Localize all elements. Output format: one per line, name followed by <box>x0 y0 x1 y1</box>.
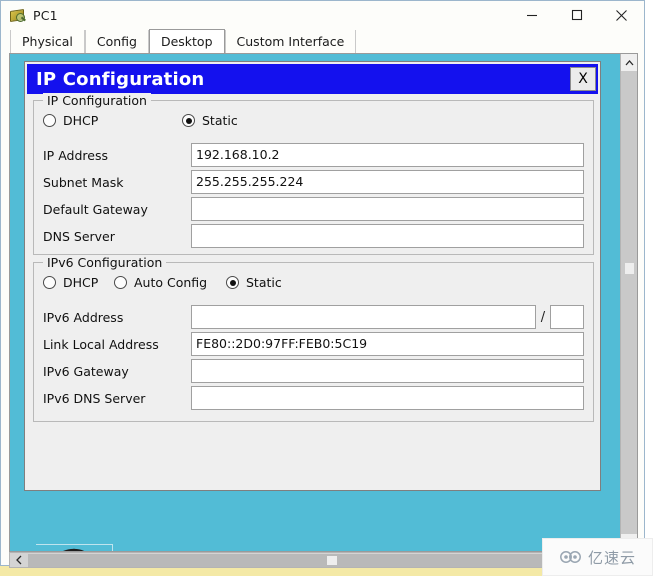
ipv6-dhcp-label: DHCP <box>63 275 99 290</box>
ipv4-address-row: IP Address 192.168.10.2 <box>43 142 584 168</box>
tab-config[interactable]: Config <box>84 30 149 53</box>
close-button[interactable] <box>599 1 644 29</box>
watermark-text: 亿速云 <box>587 548 636 567</box>
window-title: PC1 <box>33 7 58 23</box>
link-local-address-input[interactable]: FE80::2D0:97FF:FEB0:5C19 <box>191 332 584 356</box>
dns-server-row: DNS Server <box>43 223 584 249</box>
dns-server-label: DNS Server <box>43 228 115 244</box>
minimize-icon <box>526 14 537 17</box>
ipv4-configuration-group: IP Configuration DHCP Static IP Address … <box>33 93 594 255</box>
link-local-address-label: Link Local Address <box>43 336 159 352</box>
scrollbar-grip <box>625 263 634 274</box>
ipv6-gateway-label: IPv6 Gateway <box>43 363 129 379</box>
subnet-mask-input[interactable]: 255.255.255.224 <box>191 170 584 194</box>
ipv6-static-radio[interactable]: Static <box>226 275 282 290</box>
ipv6-dns-server-label: IPv6 DNS Server <box>43 390 146 406</box>
scroll-up-button[interactable] <box>621 54 637 71</box>
ip-dialog-title-bar: IP Configuration X <box>27 64 598 94</box>
chevron-up-icon <box>625 59 633 65</box>
radio-indicator <box>43 114 56 127</box>
scroll-left-button[interactable] <box>10 553 28 567</box>
ipv4-group-legend: IP Configuration <box>43 93 151 108</box>
default-gateway-input[interactable] <box>191 197 584 221</box>
dns-server-input[interactable] <box>191 224 584 248</box>
ip-dialog-close-button[interactable]: X <box>570 67 596 91</box>
ipv4-static-label: Static <box>202 113 238 128</box>
ipv4-address-label: IP Address <box>43 147 108 163</box>
ipv6-dns-server-input[interactable] <box>191 386 584 410</box>
window-title-bar: PC1 <box>1 1 644 29</box>
desktop-icon-grid-line <box>112 544 113 551</box>
window-controls <box>509 1 644 29</box>
desktop-icon-grid-line <box>36 544 113 545</box>
minimize-button[interactable] <box>509 1 554 29</box>
vertical-scrollbar-thumb[interactable] <box>621 71 637 461</box>
ipv4-static-radio[interactable]: Static <box>182 113 238 128</box>
ipv6-static-label: Static <box>246 275 282 290</box>
watermark: 亿速云 <box>542 538 653 576</box>
ipv6-group-legend: IPv6 Configuration <box>43 255 167 270</box>
ipv6-address-input[interactable] <box>191 305 536 329</box>
vertical-scrollbar[interactable] <box>620 54 637 551</box>
radio-indicator <box>43 276 56 289</box>
ipv6-address-label: IPv6 Address <box>43 309 124 325</box>
tab-bar: Physical Config Desktop Custom Interface <box>1 29 644 53</box>
default-gateway-row: Default Gateway <box>43 196 584 222</box>
close-icon <box>616 9 627 21</box>
subnet-mask-row: Subnet Mask 255.255.255.224 <box>43 169 584 195</box>
ipv6-prefix-separator: / <box>540 309 546 325</box>
device-inspect-icon <box>8 6 26 24</box>
link-local-address-row: Link Local Address FE80::2D0:97FF:FEB0:5… <box>43 331 584 357</box>
radio-indicator <box>226 276 239 289</box>
maximize-button[interactable] <box>554 1 599 29</box>
ipv6-auto-config-label: Auto Config <box>134 275 208 290</box>
ipv6-auto-config-radio[interactable]: Auto Config <box>114 275 207 290</box>
maximize-icon <box>571 9 582 21</box>
tab-physical[interactable]: Physical <box>10 30 85 53</box>
ipv6-address-row: IPv6 Address / <box>43 304 584 330</box>
ipv6-dhcp-radio[interactable]: DHCP <box>43 275 98 290</box>
pc-device-window: PC1 Physical Config Desktop Custom Inter… <box>0 0 645 568</box>
subnet-mask-label: Subnet Mask <box>43 174 124 190</box>
ip-configuration-dialog: IP Configuration X IP Configuration DHCP… <box>24 61 601 491</box>
chevron-left-icon <box>16 555 22 565</box>
ipv6-gateway-input[interactable] <box>191 359 584 383</box>
ipv6-configuration-group: IPv6 Configuration DHCP Auto Config Stat… <box>33 255 594 422</box>
tab-custom-interface[interactable]: Custom Interface <box>224 30 357 53</box>
ip-dialog-title: IP Configuration <box>36 68 205 90</box>
desktop-content-pane: IP Configuration X IP Configuration DHCP… <box>9 53 638 552</box>
ipv4-dhcp-label: DHCP <box>63 113 99 128</box>
tab-desktop[interactable]: Desktop <box>148 29 225 53</box>
default-gateway-label: Default Gateway <box>43 201 148 217</box>
radio-indicator <box>114 276 127 289</box>
radio-indicator <box>182 114 195 127</box>
ipv6-dns-server-row: IPv6 DNS Server <box>43 385 584 411</box>
ipv6-gateway-row: IPv6 Gateway <box>43 358 584 384</box>
ipv4-dhcp-radio[interactable]: DHCP <box>43 113 98 128</box>
cloud-logo-icon <box>560 551 581 563</box>
ipv4-address-input[interactable]: 192.168.10.2 <box>191 143 584 167</box>
scrollbar-grip <box>326 555 337 565</box>
ipv6-prefix-length-input[interactable] <box>550 305 584 329</box>
